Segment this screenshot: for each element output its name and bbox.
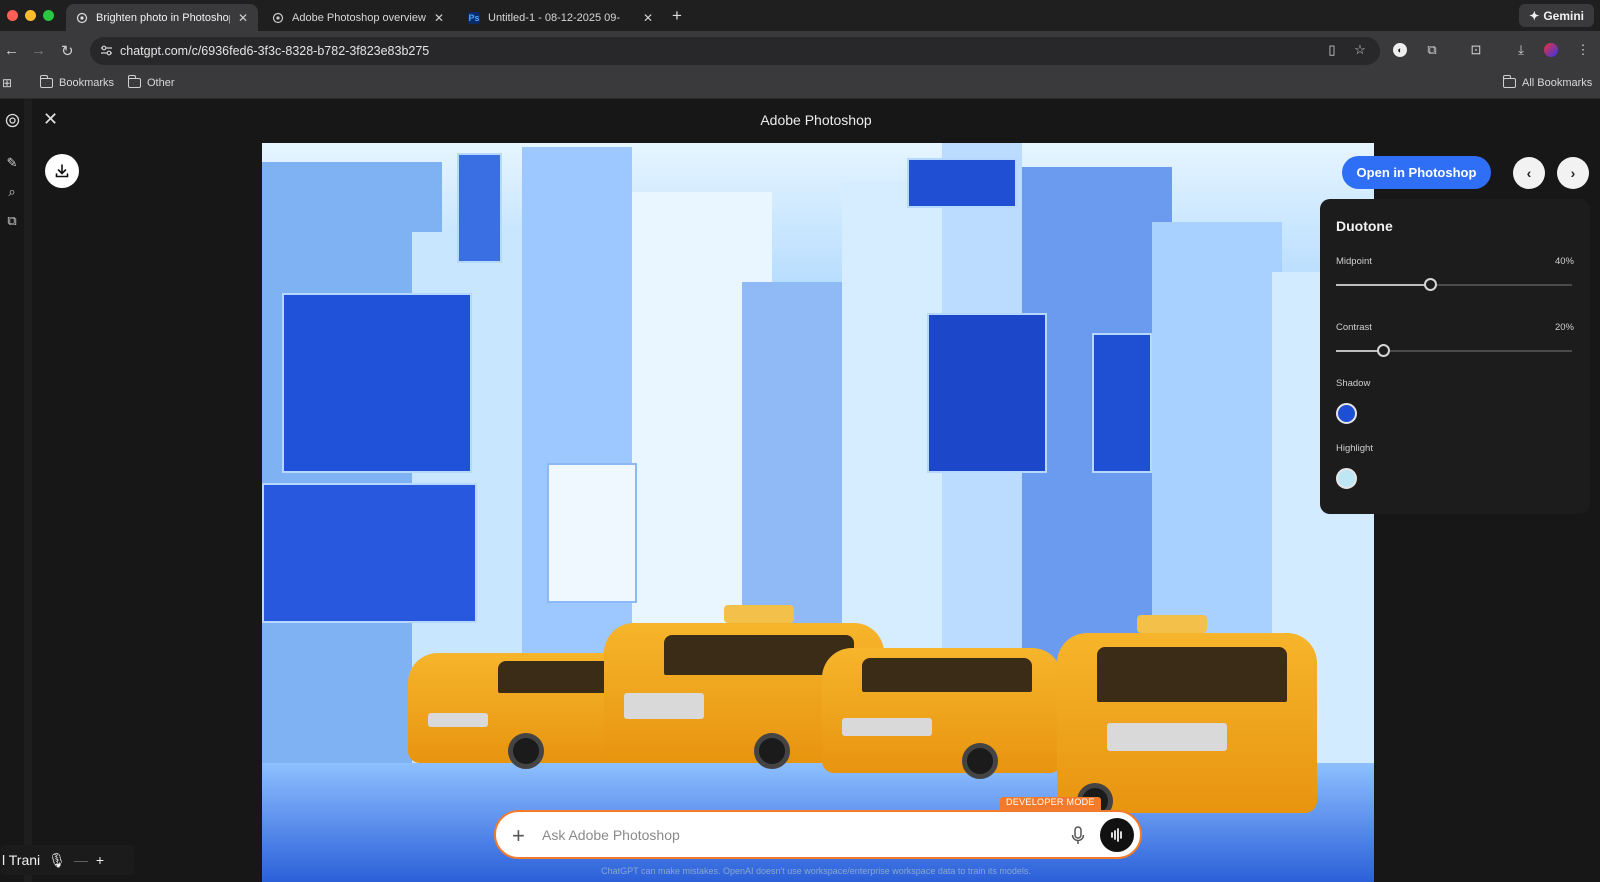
tab-brighten-photo[interactable]: Brighten photo in Photoshop ✕ [66,4,258,31]
midpoint-value: 40% [1554,256,1574,267]
contrast-value: 20% [1554,322,1574,333]
bookmark-label: Bookmarks [59,77,115,89]
extensions-puzzle-icon[interactable]: ⧉ [1423,41,1441,59]
back-icon[interactable]: ← [4,42,19,59]
bookmark-folder-bookmarks[interactable]: Bookmarks [39,75,115,89]
url-text: chatgpt.com/c/6936fed6-3f3c-8328-b782-3f… [120,44,430,58]
duotone-panel: Duotone Midpoint 40% Contrast 20% Shadow… [1320,199,1590,514]
bookmark-label: Other [147,77,175,89]
minimize-window-button[interactable] [25,10,36,21]
new-tab-button[interactable]: + [672,6,682,26]
close-window-button[interactable] [7,10,18,21]
more-menu-icon[interactable]: ⋮ [1574,41,1592,59]
reload-icon[interactable]: ↻ [61,42,74,60]
tab-label: Untitled-1 - 08-12-2025 09- [488,11,621,24]
address-bar[interactable]: chatgpt.com/c/6936fed6-3f3c-8328-b782-3f… [90,37,1380,65]
close-tab-icon[interactable]: ✕ [238,11,248,25]
composer-input[interactable]: Ask Adobe Photoshop [542,827,680,843]
microphone-icon[interactable] [1071,826,1085,846]
bookmark-folder-other[interactable]: Other [127,75,175,89]
disclaimer-text: ChatGPT can make mistakes. OpenAI doesn'… [601,866,1031,876]
midpoint-slider-thumb[interactable] [1424,278,1438,291]
chat-sidebar-rail: ✎ ⌕ ⧉ [0,99,24,882]
all-bookmarks-label: All Bookmarks [1522,77,1593,89]
close-tab-icon[interactable]: ✕ [434,11,444,25]
chat-composer: + Ask Adobe Photoshop [494,810,1142,859]
gemini-button[interactable]: ✦ Gemini [1519,4,1594,27]
next-button[interactable]: › [1557,157,1589,189]
add-attachment-icon[interactable]: + [512,823,525,849]
overlay-text: l Trani [2,852,41,868]
bookmarks-bar: ⊞ Bookmarks Other All Bookmarks [0,71,1600,99]
highlight-color-swatch[interactable] [1336,468,1357,489]
folder-icon [39,75,53,88]
browser-toolbar: ← → ↻ chatgpt.com/c/6936fed6-3f3c-8328-b… [0,31,1600,71]
folder-icon [1502,75,1516,88]
profile-avatar[interactable] [1544,43,1558,57]
developer-mode-badge: DEVELOPER MODE [1000,797,1101,811]
contrast-fill [1336,350,1384,352]
plus-icon[interactable]: + [96,852,104,868]
forward-icon[interactable]: → [31,42,46,59]
open-in-photoshop-button[interactable]: Open in Photoshop [1342,156,1491,189]
midpoint-fill [1336,284,1431,286]
download-image-button[interactable] [45,154,79,188]
contrast-slider-thumb[interactable] [1377,344,1391,357]
microphone-icon[interactable]: 🎙 [48,852,66,869]
contrast-label: Contrast [1336,322,1372,333]
modal-title: Adobe Photoshop [760,112,872,128]
download-icon[interactable]: ⤓ [1512,41,1530,59]
extension-icon[interactable]: ◐ [1393,43,1407,57]
gemini-label: Gemini [1543,8,1584,23]
tab-label: Adobe Photoshop overview [292,11,426,24]
midpoint-slider[interactable] [1336,278,1572,291]
shadow-color-swatch[interactable] [1336,403,1357,424]
sparkle-icon: ✦ [1529,8,1540,23]
site-settings-icon[interactable] [100,44,113,57]
minus-icon[interactable]: — [74,852,88,868]
shadow-label: Shadow [1336,378,1371,389]
edited-photo [262,143,1374,882]
chevron-right-icon: › [1570,165,1576,181]
voice-mode-button[interactable] [1100,818,1134,852]
tab-label: Brighten photo in Photoshop [96,11,230,24]
search-icon[interactable]: ⌕ [4,184,20,200]
photoshop-icon: Ps [468,11,480,24]
waveform-icon [1111,828,1122,842]
download-icon [55,164,69,178]
new-chat-icon[interactable]: ✎ [4,155,20,171]
maximize-window-button[interactable] [43,10,54,21]
openai-logo-icon[interactable] [4,112,20,128]
browser-tabstrip: Brighten photo in Photoshop ✕ Adobe Phot… [0,0,1600,31]
panel-title: Duotone [1336,218,1393,234]
highlight-label: Highlight [1336,443,1373,454]
library-icon[interactable]: ⧉ [4,213,20,229]
chatgpt-icon [76,12,88,24]
tab-search-icon[interactable]: ⊡ [1467,41,1485,59]
bookmark-star-icon[interactable]: ☆ [1351,41,1369,59]
tab-photoshop-overview[interactable]: Adobe Photoshop overview ✕ [262,4,454,31]
previous-button[interactable]: ‹ [1513,157,1545,189]
close-tab-icon[interactable]: ✕ [643,11,653,25]
apps-grid-icon[interactable]: ⊞ [2,76,12,90]
midpoint-label: Midpoint [1336,256,1372,267]
contrast-slider[interactable] [1336,344,1572,357]
chatgpt-icon [272,12,284,24]
dictation-overlay: l Trani 🎙 — + [0,845,134,875]
folder-icon [127,75,141,88]
chevron-left-icon: ‹ [1526,165,1532,181]
all-bookmarks-button[interactable]: All Bookmarks [1502,75,1593,89]
page-icon[interactable]: ▯ [1323,41,1341,59]
tab-untitled-ps[interactable]: Ps Untitled-1 - 08-12-2025 09- ✕ [458,4,663,31]
